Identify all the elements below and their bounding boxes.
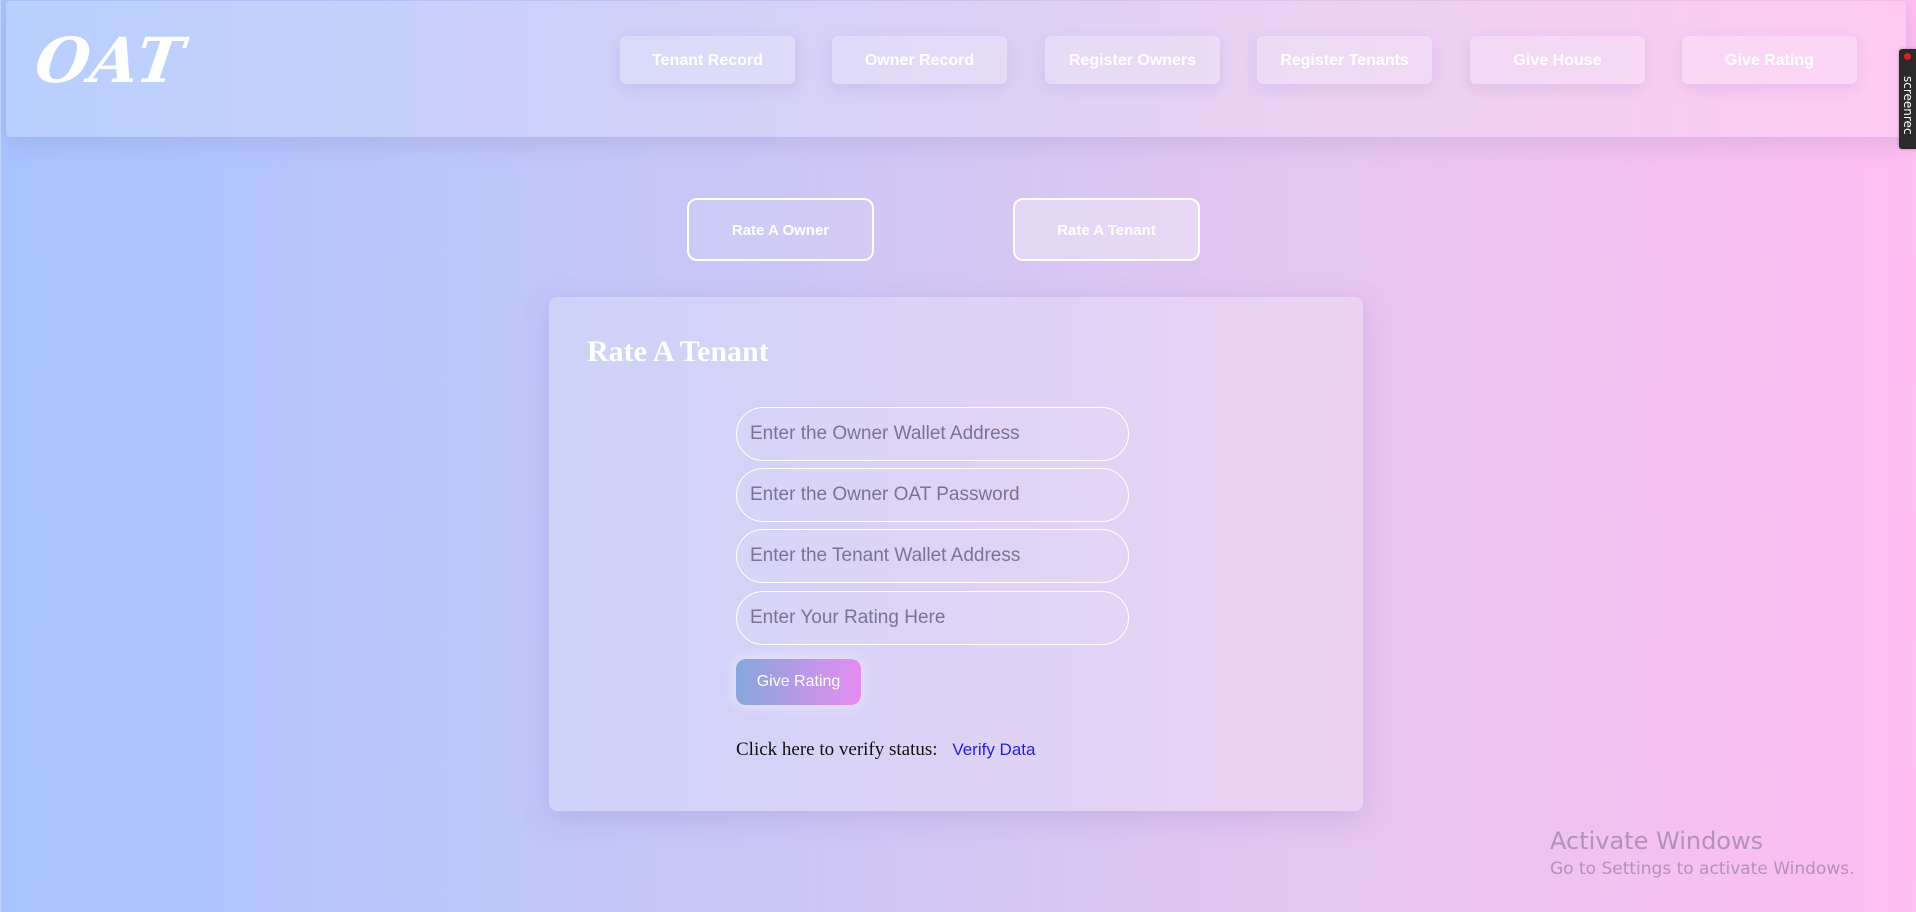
rating-form-card: Rate A Tenant Give Rating Click here to … — [549, 297, 1363, 811]
tab-rate-tenant[interactable]: Rate A Tenant — [1013, 198, 1200, 261]
activate-windows-watermark: Activate Windows Go to Settings to activ… — [1550, 826, 1855, 882]
screenrec-badge[interactable]: screenrec — [1899, 49, 1916, 149]
verify-status-row: Click here to verify status: Verify Data — [736, 739, 1035, 761]
nav-register-tenants-button[interactable]: Register Tenants — [1257, 36, 1432, 84]
record-dot-icon — [1904, 53, 1911, 60]
top-header: OAT Tenant Record Owner Record Register … — [6, 1, 1906, 137]
tab-rate-owner[interactable]: Rate A Owner — [687, 198, 874, 261]
watermark-title: Activate Windows — [1550, 827, 1764, 855]
oat-logo[interactable]: OAT — [30, 21, 189, 101]
owner-wallet-address-input[interactable] — [736, 407, 1129, 461]
nav-tenant-record-button[interactable]: Tenant Record — [620, 36, 795, 84]
screenrec-label: screenrec — [1901, 75, 1915, 135]
owner-oat-password-input[interactable] — [736, 468, 1129, 522]
verify-status-text: Click here to verify status: — [736, 739, 938, 760]
tenant-wallet-address-input[interactable] — [736, 529, 1129, 583]
nav-owner-record-button[interactable]: Owner Record — [832, 36, 1007, 84]
nav-register-owners-button[interactable]: Register Owners — [1045, 36, 1220, 84]
nav-give-rating-button[interactable]: Give Rating — [1682, 36, 1857, 84]
verify-data-link[interactable]: Verify Data — [952, 740, 1035, 759]
form-title: Rate A Tenant — [587, 335, 769, 368]
watermark-subtitle: Go to Settings to activate Windows. — [1550, 859, 1855, 879]
rating-input[interactable] — [736, 591, 1129, 645]
nav-give-house-button[interactable]: Give House — [1470, 36, 1645, 84]
give-rating-button[interactable]: Give Rating — [736, 659, 861, 705]
